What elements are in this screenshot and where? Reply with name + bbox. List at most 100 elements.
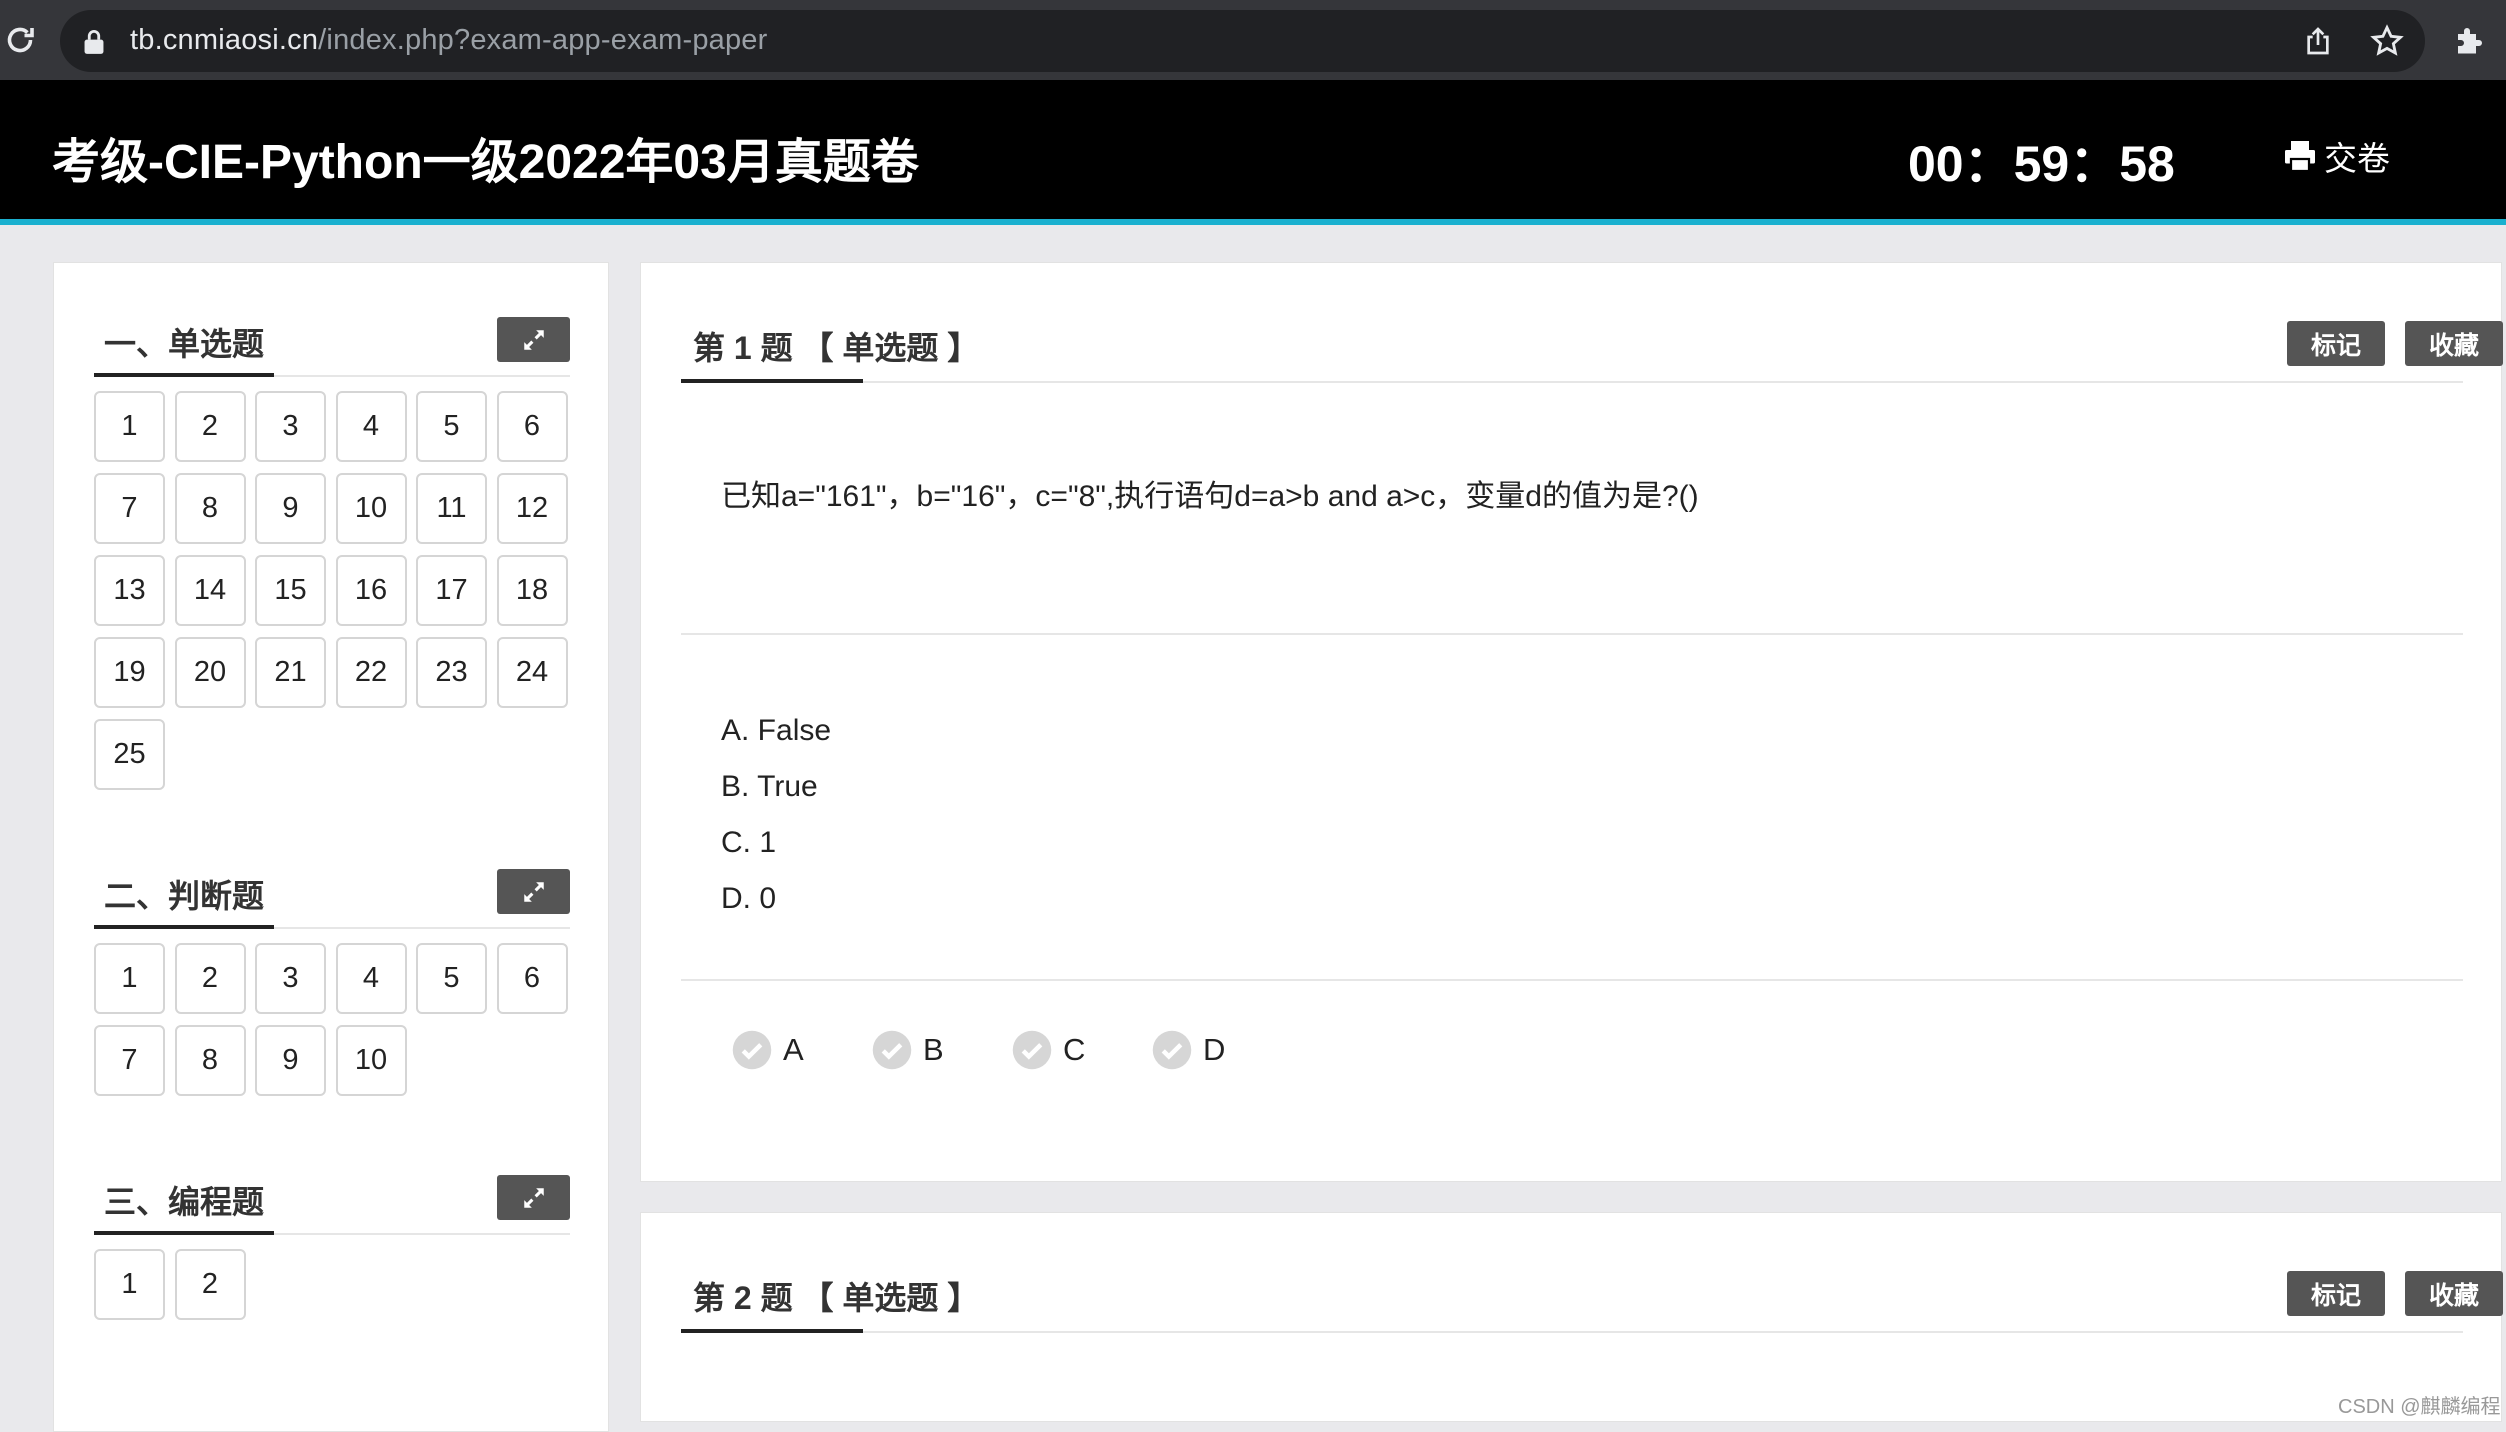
reload-icon[interactable] [2,22,38,58]
lock-icon[interactable] [82,29,106,55]
section-underline [94,925,274,929]
expand-section-button[interactable] [497,317,570,362]
url-domain: tb.cnmiaosi.cn [130,24,319,56]
question-number-button[interactable]: 8 [174,473,246,544]
url-path: /index.php?exam-app-exam-paper [318,24,768,56]
submit-exam-button[interactable]: 交卷 [2282,134,2390,178]
option-d: D. 0 [721,882,777,915]
question-number-button[interactable]: 10 [335,1025,407,1096]
mark-button[interactable]: 标记 [2287,1271,2385,1316]
check-circle-icon [732,1030,772,1070]
url-text[interactable]: tb.cnmiaosi.cn/index.php?exam-app-exam-p… [130,24,767,57]
question-card-2: 第 2 题 【 单选题 】 标记 收藏 [640,1212,2503,1422]
section-underline [94,373,274,377]
question-number-button[interactable]: 25 [94,719,165,790]
question-card-1: 第 1 题 【 单选题 】 标记 收藏 已知a="161"，b="16"，c="… [640,262,2503,1182]
question-number-button[interactable]: 24 [496,637,568,708]
section-title: 三、编程题 [104,1184,265,1220]
share-icon[interactable] [2302,24,2334,58]
expand-section-button[interactable] [497,1175,570,1220]
question-header: 第 2 题 【 单选题 】 标记 收藏 [681,1213,2503,1333]
mark-button[interactable]: 标记 [2287,321,2385,366]
answer-label: C [1063,1032,1086,1067]
section-header: 二、判断题 [94,857,570,929]
question-number-button[interactable]: 1 [94,391,165,462]
question-number-button[interactable]: 1 [94,943,165,1014]
question-number-button[interactable]: 1 [94,1249,165,1320]
answer-choices: A B C D [731,1029,1291,1071]
question-number-button[interactable]: 6 [496,943,568,1014]
section-true-false: 二、判断题 1 2 3 4 5 6 7 8 9 10 [94,857,570,1096]
question-number-button[interactable]: 14 [174,555,246,626]
question-number-button[interactable]: 18 [496,555,568,626]
question-number-button[interactable]: 9 [255,1025,326,1096]
expand-icon [523,329,544,350]
option-a: A. False [721,714,832,747]
question-title-underline [681,379,863,383]
question-number-button[interactable]: 6 [496,391,568,462]
answer-radio-c[interactable]: C [1011,1029,1151,1071]
question-number-button[interactable]: 22 [335,637,407,708]
expand-icon [523,881,544,902]
answer-label: B [923,1032,944,1067]
question-number-button[interactable]: 17 [416,555,487,626]
question-number-button[interactable]: 12 [496,473,568,544]
question-number-button[interactable]: 4 [335,943,407,1014]
question-title-underline [681,1329,863,1333]
answer-radio-d[interactable]: D [1151,1029,1291,1071]
exam-header: 考级-CIE-Python一级2022年03月真题卷 00：59：58 交卷 [0,80,2506,225]
question-number-button[interactable]: 7 [94,1025,165,1096]
question-title: 第 2 题 【 单选题 】 [693,1280,980,1316]
question-number-button[interactable]: 10 [335,473,407,544]
expand-section-button[interactable] [497,869,570,914]
option-c: C. 1 [721,826,777,859]
answer-radio-b[interactable]: B [871,1029,1011,1071]
question-number-button[interactable]: 23 [416,637,487,708]
answer-label: D [1203,1032,1226,1067]
question-navigator: 一、单选题 1 2 3 4 5 6 7 8 9 10 11 12 13 14 15 16 17 18 19 20 21 2… [53,262,609,1432]
question-number-button[interactable]: 21 [255,637,326,708]
answer-radio-a[interactable]: A [731,1029,871,1071]
question-number-button[interactable]: 5 [416,391,487,462]
question-number-button[interactable]: 2 [174,943,246,1014]
question-header: 第 1 题 【 单选题 】 标记 收藏 [681,263,2503,383]
question-number-button[interactable]: 15 [255,555,326,626]
option-b: B. True [721,770,818,803]
bookmark-star-icon[interactable] [2370,24,2404,58]
option-list: A. False B. True C. 1 D. 0 [721,703,831,927]
answer-label: A [783,1032,804,1067]
extensions-puzzle-icon[interactable] [2452,22,2488,58]
question-number-button[interactable]: 8 [174,1025,246,1096]
question-grid: 12 [94,1249,570,1320]
question-number-button[interactable]: 2 [174,391,246,462]
divider [681,979,2463,981]
section-programming: 三、编程题 12 [94,1163,570,1320]
watermark: CSDN @麒麟编程 [2338,1396,2501,1418]
printer-icon [2285,141,2315,173]
favorite-button[interactable]: 收藏 [2405,1271,2503,1316]
question-number-button[interactable]: 2 [174,1249,246,1320]
browser-toolbar: tb.cnmiaosi.cn/index.php?exam-app-exam-p… [0,0,2506,80]
section-single-choice: 一、单选题 1 2 3 4 5 6 7 8 9 10 11 12 13 14 15 16 17 18 19 20 21 2… [94,305,570,790]
question-number-button[interactable]: 16 [335,555,407,626]
question-number-button[interactable]: 3 [255,943,326,1014]
question-number-button[interactable]: 20 [174,637,246,708]
question-number-button[interactable]: 11 [416,473,487,544]
question-title: 第 1 题 【 单选题 】 [693,330,980,366]
question-number-button[interactable]: 5 [416,943,487,1014]
expand-icon [523,1187,544,1208]
check-circle-icon [872,1030,912,1070]
question-grid: 1 2 3 4 5 6 7 8 9 10 11 12 13 14 15 16 17 18 19 20 21 22 23 24 2… [94,391,570,790]
question-number-button[interactable]: 7 [94,473,165,544]
section-underline [94,1231,274,1235]
favorite-button[interactable]: 收藏 [2405,321,2503,366]
question-number-button[interactable]: 19 [94,637,165,708]
check-circle-icon [1012,1030,1052,1070]
question-number-button[interactable]: 9 [255,473,326,544]
question-number-button[interactable]: 13 [94,555,165,626]
question-number-button[interactable]: 3 [255,391,326,462]
section-header: 三、编程题 [94,1163,570,1235]
question-number-button[interactable]: 4 [335,391,407,462]
check-circle-icon [1152,1030,1192,1070]
address-bar[interactable]: tb.cnmiaosi.cn/index.php?exam-app-exam-p… [60,10,2425,72]
